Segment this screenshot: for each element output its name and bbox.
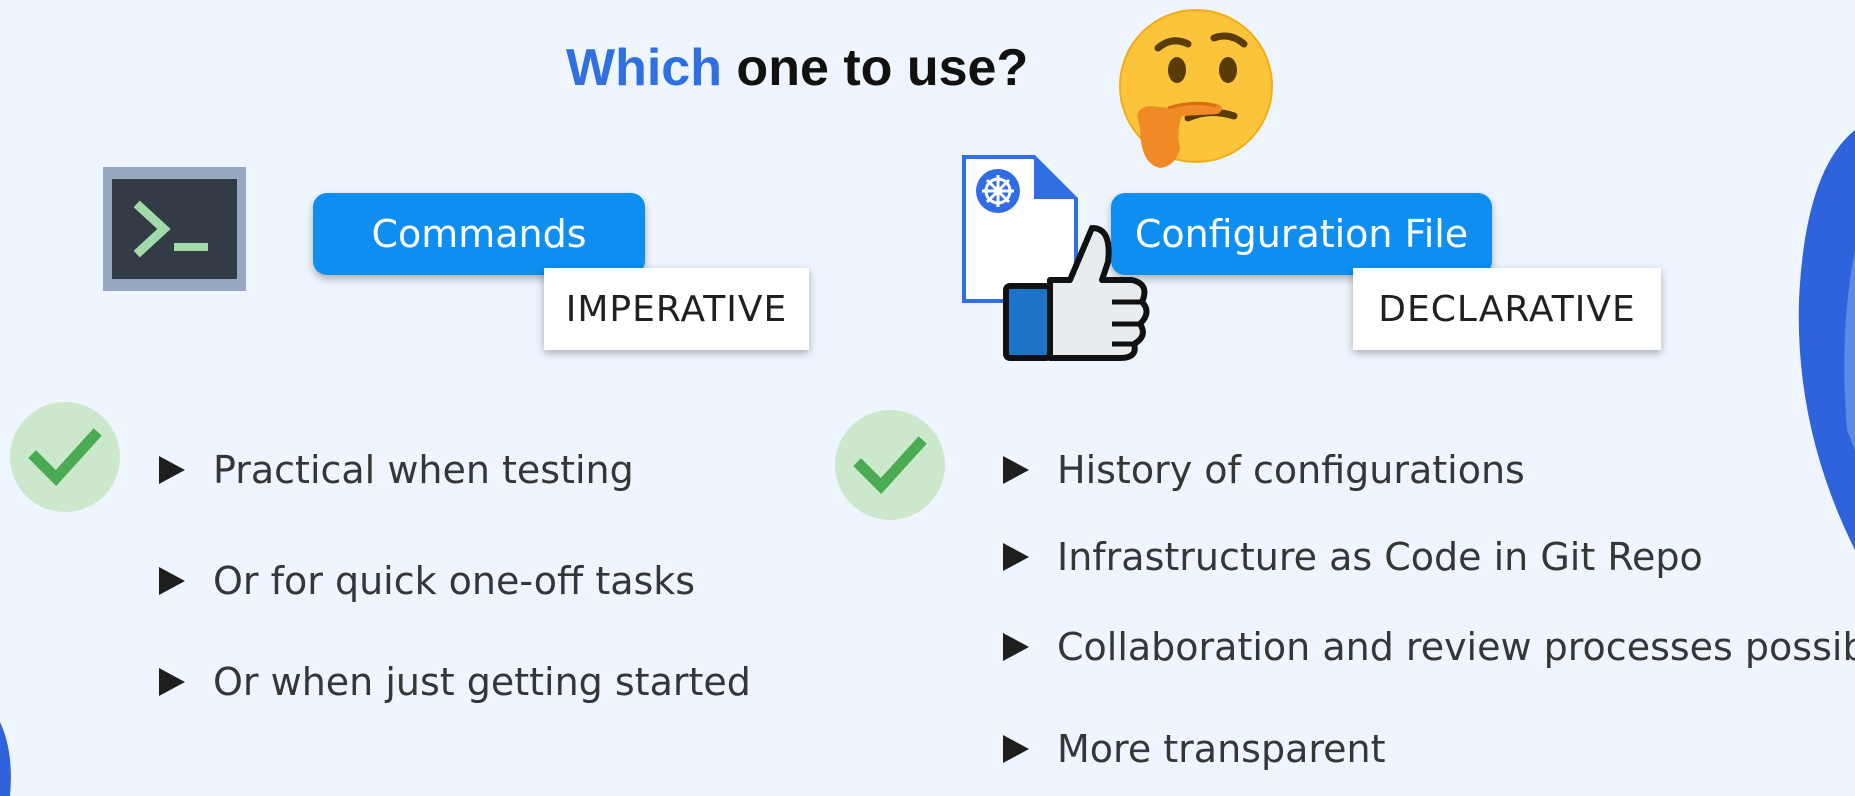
- triangle-bullet-icon: [1003, 735, 1029, 763]
- list-item-text: Collaboration and review processes possi…: [1057, 625, 1855, 669]
- check-icon: [10, 402, 120, 512]
- list-item: More transparent: [1003, 727, 1386, 771]
- decorative-blob-left: [0, 722, 11, 796]
- thinking-face-icon: [1119, 9, 1273, 168]
- triangle-bullet-icon: [159, 567, 185, 595]
- list-item: Practical when testing: [159, 448, 634, 492]
- thumbs-up-icon: [1003, 225, 1150, 361]
- page-title: Which one to use?: [566, 42, 1028, 94]
- list-item-text: Or for quick one-off tasks: [213, 559, 696, 603]
- triangle-bullet-icon: [1003, 456, 1029, 484]
- title-rest: one to use?: [721, 39, 1029, 97]
- terminal-icon: [103, 167, 246, 291]
- list-item-text: Infrastructure as Code in Git Repo: [1057, 535, 1703, 579]
- list-item: Collaboration and review processes possi…: [1003, 625, 1855, 669]
- check-icon: [835, 410, 945, 520]
- title-accent: Which: [566, 39, 722, 97]
- terminal-prompt-glyph: [133, 200, 208, 258]
- list-item: Infrastructure as Code in Git Repo: [1003, 535, 1703, 579]
- list-item-text: Practical when testing: [213, 448, 634, 492]
- list-item: Or when just getting started: [159, 660, 751, 704]
- declarative-tag: DECLARATIVE: [1353, 268, 1661, 350]
- commands-button: Commands: [313, 193, 645, 275]
- list-item-text: More transparent: [1057, 727, 1386, 771]
- list-item: Or for quick one-off tasks: [159, 559, 695, 603]
- list-item: History of configurations: [1003, 448, 1525, 492]
- list-item-text: History of configurations: [1057, 448, 1525, 492]
- list-item-text: Or when just getting started: [213, 660, 751, 704]
- configuration-file-button: Configuration File: [1111, 193, 1492, 275]
- imperative-tag: IMPERATIVE: [544, 268, 809, 350]
- triangle-bullet-icon: [1003, 633, 1029, 661]
- triangle-bullet-icon: [159, 456, 185, 484]
- triangle-bullet-icon: [159, 668, 185, 696]
- triangle-bullet-icon: [1003, 543, 1029, 571]
- decorative-blob-right: [1798, 130, 1855, 550]
